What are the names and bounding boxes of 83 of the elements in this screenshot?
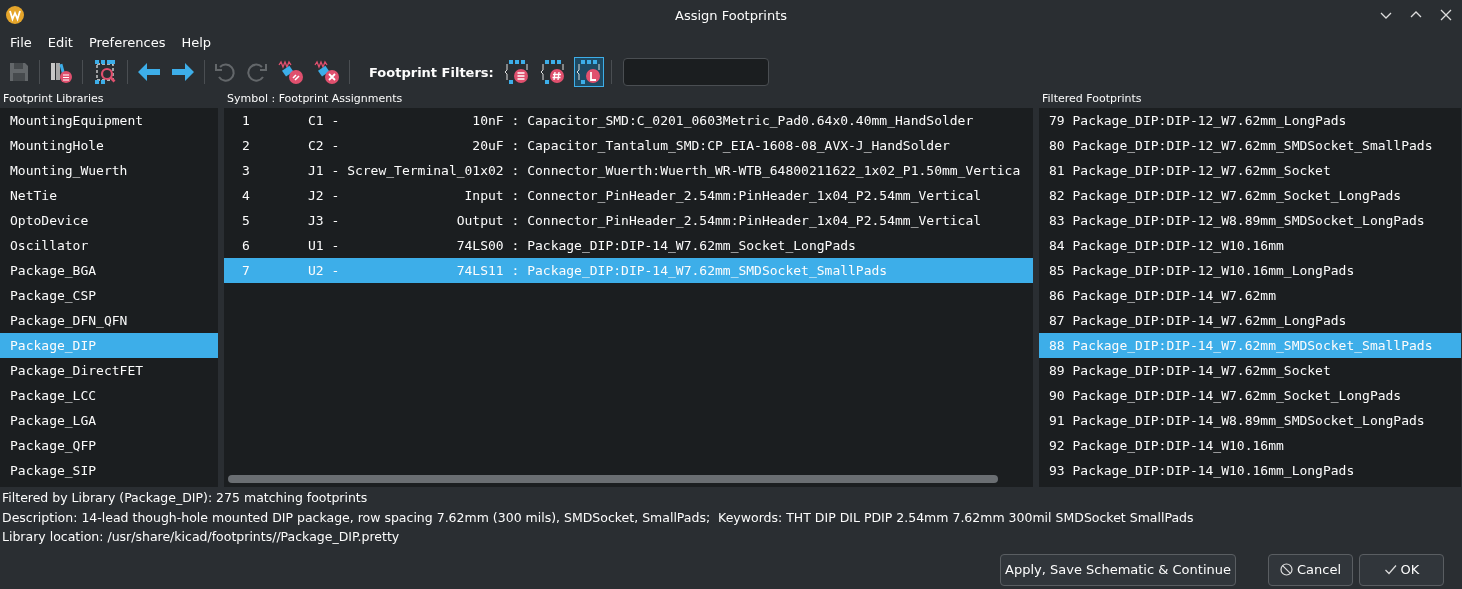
- right-arrow-icon: [171, 62, 195, 82]
- close-icon: [1440, 9, 1452, 21]
- assignment-row[interactable]: 2 C2 - 20uF : Capacitor_Tantalum_SMD:CP_EIA-1608-08_AVX-J_HandSolder: [224, 133, 1033, 158]
- assignment-text: U1 - 74LS00 : Package_DIP:DIP-14_W7.62mm_Socket_LongPads: [308, 238, 856, 253]
- footprint-viewer-icon: [92, 59, 118, 85]
- row-number: 2: [241, 138, 251, 153]
- library-item[interactable]: Package_CSP: [0, 283, 218, 308]
- footprint-item[interactable]: 81 Package_DIP:DIP-12_W7.62mm_Socket: [1039, 158, 1461, 183]
- assignment-text: J3 - Output : Connector_PinHeader_2.54mm:PinHeader_1x04_P2.54mm_Vertical: [308, 213, 982, 228]
- footprint-item[interactable]: 91 Package_DIP:DIP-14_W8.89mm_SMDSocket_LongPads: [1039, 408, 1461, 433]
- assignment-row[interactable]: 4 J2 - Input : Connector_PinHeader_2.54mm:PinHeader_1x04_P2.54mm_Vertical: [224, 183, 1033, 208]
- assignment-text: C2 - 20uF : Capacitor_Tantalum_SMD:CP_EIA-1608-08_AVX-J_HandSolder: [308, 138, 950, 153]
- footprint-item[interactable]: 90 Package_DIP:DIP-14_W7.62mm_Socket_LongPads: [1039, 383, 1461, 408]
- row-number: 5: [241, 213, 251, 228]
- library-item[interactable]: MountingEquipment: [0, 108, 218, 133]
- menu-item[interactable]: Edit: [39, 34, 81, 50]
- cancel-icon: [1279, 563, 1293, 576]
- search-field[interactable]: [622, 58, 769, 86]
- footprint-item[interactable]: 92 Package_DIP:DIP-14_W10.16mm: [1039, 433, 1461, 458]
- save-icon: [8, 61, 30, 83]
- assignment-row[interactable]: 1 C1 - 10nF : Capacitor_SMD:C_0201_0603Metric_Pad0.64x0.40mm_HandSolder: [224, 108, 1033, 133]
- library-item[interactable]: MountingHole: [0, 133, 218, 158]
- footprint-item[interactable]: 93 Package_DIP:DIP-14_W10.16mm_LongPads: [1039, 458, 1461, 483]
- assignment-row[interactable]: 3 J1 - Screw_Terminal_01x02 : Connector_Wuerth:Wuerth_WR-WTB_64800211622_1x02_P1.50mm_Vertica: [224, 158, 1033, 183]
- library-item[interactable]: Package_SIP: [0, 458, 218, 483]
- footprint-item[interactable]: 80 Package_DIP:DIP-12_W7.62mm_SMDSocket_SmallPads: [1039, 133, 1461, 158]
- assignment-row[interactable]: 5 J3 - Output : Connector_PinHeader_2.54mm:PinHeader_1x04_P2.54mm_Vertical: [224, 208, 1033, 233]
- pane-title: Footprint Libraries: [2, 91, 105, 107]
- footprint-item[interactable]: 87 Package_DIP:DIP-14_W7.62mm_LongPads: [1039, 308, 1461, 333]
- library-item[interactable]: Package_DirectFET: [0, 358, 218, 383]
- status-text: Filtered by Library (Package_DIP): 275 matching footprints: [2, 489, 369, 507]
- row-number: 4: [241, 188, 251, 203]
- row-number: 3: [241, 163, 251, 178]
- footprint-item[interactable]: 82 Package_DIP:DIP-12_W7.62mm_Socket_LongPads: [1039, 183, 1461, 208]
- status-text: Library location: /usr/share/kicad/footprints//Package_DIP.pretty: [2, 528, 401, 546]
- library-filter-icon: [575, 59, 602, 85]
- filters-label: Footprint Filters:: [369, 64, 494, 80]
- filter-toggle[interactable]: [573, 57, 604, 87]
- app-logo-icon: [6, 6, 24, 24]
- pane-title: Filtered Footprints: [1041, 91, 1143, 107]
- assignment-row[interactable]: 6 U1 - 74LS00 : Package_DIP:DIP-14_W7.62mm_Socket_LongPads: [224, 233, 1033, 258]
- footprint-item[interactable]: 79 Package_DIP:DIP-12_W7.62mm_LongPads: [1039, 108, 1461, 133]
- pane-title: Symbol : Footprint Assignments: [226, 91, 404, 107]
- left-arrow-icon: [137, 62, 161, 82]
- ok-button[interactable]: OK: [1359, 553, 1444, 586]
- library-icon: [49, 60, 73, 84]
- row-number: 1: [241, 113, 251, 128]
- associate-icon: [278, 59, 304, 85]
- row-number: 7: [241, 263, 251, 278]
- footprint-item[interactable]: 85 Package_DIP:DIP-12_W10.16mm_LongPads: [1039, 258, 1461, 283]
- library-item[interactable]: Package_DFN_QFN: [0, 308, 218, 333]
- row-number: 6: [241, 238, 251, 253]
- cancel-button[interactable]: Cancel: [1268, 553, 1353, 586]
- window-title: Assign Footprints: [675, 7, 787, 23]
- menu-item[interactable]: Preferences: [80, 34, 174, 50]
- assignment-text: C1 - 10nF : Capacitor_SMD:C_0201_0603Metric_Pad0.64x0.40mm_HandSolder: [308, 113, 974, 128]
- library-item[interactable]: Package_LCC: [0, 383, 218, 408]
- library-item[interactable]: Package_BGA: [0, 258, 218, 283]
- footprint-item[interactable]: 84 Package_DIP:DIP-12_W10.16mm: [1039, 233, 1461, 258]
- scrollbar[interactable]: [228, 475, 998, 483]
- library-item[interactable]: Mounting_Wuerth: [0, 158, 218, 183]
- footprint-item[interactable]: 83 Package_DIP:DIP-12_W8.89mm_SMDSocket_LongPads: [1039, 208, 1461, 233]
- assignment-text: J1 - Screw_Terminal_01x02 : Connector_Wuerth:Wuerth_WR-WTB_64800211622_1x02_P1.50mm_Vertica: [308, 163, 1021, 178]
- check-icon: [1383, 563, 1397, 576]
- apply-button[interactable]: Apply, Save Schematic & Continue: [1000, 553, 1236, 586]
- undo-icon: [214, 61, 236, 83]
- library-item[interactable]: Package_LGA: [0, 408, 218, 433]
- delete-association-icon: [314, 59, 340, 85]
- library-item[interactable]: Oscillator: [0, 233, 218, 258]
- library-item[interactable]: Package_QFP: [0, 433, 218, 458]
- toolbar-button[interactable]: [169, 60, 197, 84]
- menu-item[interactable]: Help: [173, 34, 220, 50]
- assignment-text: J2 - Input : Connector_PinHeader_2.54mm:PinHeader_1x04_P2.54mm_Vertical: [308, 188, 982, 203]
- footprint-item[interactable]: 86 Package_DIP:DIP-14_W7.62mm: [1039, 283, 1461, 308]
- library-item[interactable]: OptoDevice: [0, 208, 218, 233]
- menu-item[interactable]: File: [2, 34, 40, 50]
- footprint-item[interactable]: 89 Package_DIP:DIP-14_W7.62mm_Socket: [1039, 358, 1461, 383]
- library-item[interactable]: NetTie: [0, 183, 218, 208]
- pin-count-filter-icon: [539, 59, 566, 85]
- assignment-text: U2 - 74LS11 : Package_DIP:DIP-14_W7.62mm_SMDSocket_SmallPads: [308, 263, 888, 278]
- keyword-filter-icon: [503, 59, 530, 85]
- status-text: Description: 14-lead though-hole mounted DIP package, row spacing 7.62mm (300 mils), SMDSocket, SmallPads; Keywords: THT DIP DIL PDIP 2.54mm 7.62mm 300mil SMDSocket SmallPads: [2, 508, 1195, 526]
- redo-icon: [246, 61, 268, 83]
